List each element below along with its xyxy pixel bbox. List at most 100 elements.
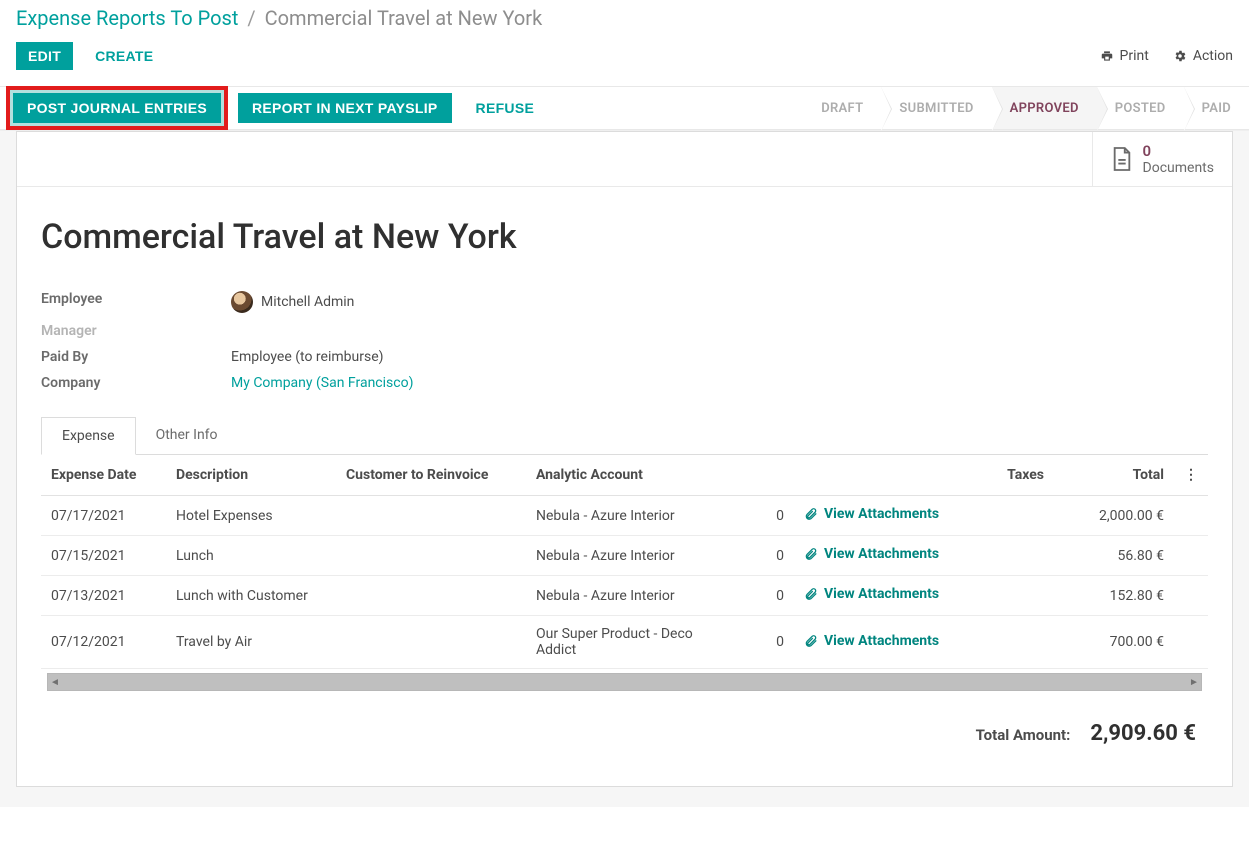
action-label: Action [1193, 48, 1233, 64]
create-button[interactable]: CREATE [83, 42, 165, 70]
cell-attach: View Attachments [794, 536, 964, 576]
cell-analytic: Nebula - Azure Interior [526, 536, 734, 576]
cell-pad [1174, 496, 1208, 536]
cell-total: 700.00 € [1054, 616, 1174, 669]
cell-date: 07/15/2021 [41, 536, 166, 576]
breadcrumb-current: Commercial Travel at New York [265, 6, 543, 30]
view-attachments-link[interactable]: View Attachments [804, 546, 939, 562]
table-row[interactable]: 07/12/2021Travel by Air Our Super Product… [41, 616, 1208, 669]
cell-customer [336, 616, 526, 669]
company-value: My Company (San Francisco) [231, 375, 741, 391]
cell-date: 07/13/2021 [41, 576, 166, 616]
company-label: Company [41, 375, 231, 391]
table-row[interactable]: 07/15/2021Lunch Nebula - Azure Interior0 V… [41, 536, 1208, 576]
cell-analytic: Nebula - Azure Interior [526, 576, 734, 616]
print-label: Print [1120, 48, 1149, 64]
highlight-box: POST JOURNAL ENTRIES [6, 86, 228, 130]
company-link[interactable]: My Company (San Francisco) [231, 375, 413, 391]
view-attachments-label: View Attachments [824, 586, 939, 602]
breadcrumb: Expense Reports To Post / Commercial Tra… [0, 0, 1249, 34]
col-total: Total [1054, 455, 1174, 496]
tab-other-info[interactable]: Other Info [136, 417, 238, 454]
breadcrumb-separator: / [247, 6, 255, 30]
print-icon [1100, 49, 1114, 63]
status-steps: DRAFT SUBMITTED APPROVED POSTED PAID [803, 87, 1249, 129]
print-button[interactable]: Print [1100, 48, 1149, 64]
action-button[interactable]: Action [1173, 48, 1233, 64]
col-date: Expense Date [41, 455, 166, 496]
cell-date: 07/17/2021 [41, 496, 166, 536]
view-attachments-label: View Attachments [824, 506, 939, 522]
cell-pad [1174, 616, 1208, 669]
cell-date: 07/12/2021 [41, 616, 166, 669]
cell-attach: View Attachments [794, 616, 964, 669]
cell-analytic: Our Super Product - Deco Addict [526, 616, 734, 669]
employee-value: Mitchell Admin [231, 291, 741, 313]
col-options-button[interactable]: ⋮ [1174, 455, 1208, 496]
breadcrumb-parent-link[interactable]: Expense Reports To Post [16, 6, 238, 30]
status-step-approved[interactable]: APPROVED [992, 87, 1097, 129]
view-attachments-link[interactable]: View Attachments [804, 633, 939, 649]
cell-customer [336, 496, 526, 536]
horizontal-scrollbar[interactable]: ◄ ► [47, 673, 1202, 691]
employee-label: Employee [41, 291, 231, 313]
record-title: Commercial Travel at New York [41, 217, 1208, 257]
cell-taxes2 [964, 496, 1054, 536]
manager-value [231, 323, 741, 339]
document-icon [1111, 146, 1133, 172]
edit-button[interactable]: EDIT [16, 42, 73, 70]
cell-taxes: 0 [734, 496, 794, 536]
report-in-next-payslip-button[interactable]: REPORT IN NEXT PAYSLIP [238, 93, 452, 123]
manager-label: Manager [41, 323, 231, 339]
cell-pad [1174, 576, 1208, 616]
view-attachments-label: View Attachments [824, 546, 939, 562]
refuse-button[interactable]: REFUSE [462, 93, 549, 123]
cell-customer [336, 576, 526, 616]
tab-expense[interactable]: Expense [41, 417, 136, 455]
tabs: Expense Other Info [41, 417, 1208, 455]
post-journal-entries-button[interactable]: POST JOURNAL ENTRIES [13, 93, 221, 123]
cell-taxes2 [964, 576, 1054, 616]
cell-attach: View Attachments [794, 576, 964, 616]
cell-taxes: 0 [734, 616, 794, 669]
paidby-label: Paid By [41, 349, 231, 365]
paidby-value: Employee (to reimburse) [231, 349, 741, 365]
statusbar: POST JOURNAL ENTRIES REPORT IN NEXT PAYS… [0, 86, 1249, 130]
col-taxes-spacer [734, 455, 794, 496]
documents-label: Documents [1143, 160, 1214, 176]
view-attachments-link[interactable]: View Attachments [804, 586, 939, 602]
status-step-draft[interactable]: DRAFT [803, 87, 881, 129]
documents-button[interactable]: 0 Documents [1092, 132, 1232, 186]
cell-taxes: 0 [734, 536, 794, 576]
view-attachments-label: View Attachments [824, 633, 939, 649]
view-attachments-link[interactable]: View Attachments [804, 506, 939, 522]
scroll-left-arrow[interactable]: ◄ [48, 677, 62, 688]
col-attach [794, 455, 964, 496]
cell-taxes: 0 [734, 576, 794, 616]
status-step-posted[interactable]: POSTED [1097, 87, 1184, 129]
cell-taxes2 [964, 616, 1054, 669]
cell-desc: Lunch with Customer [166, 576, 336, 616]
col-desc: Description [166, 455, 336, 496]
table-row[interactable]: 07/13/2021Lunch with Customer Nebula - Az… [41, 576, 1208, 616]
table-row[interactable]: 07/17/2021Hotel ExpensesNebula - Azure I… [41, 496, 1208, 536]
gear-icon [1173, 49, 1187, 63]
cell-customer [336, 536, 526, 576]
cell-pad [1174, 536, 1208, 576]
cell-desc: Travel by Air [166, 616, 336, 669]
form-sheet: 0 Documents Commercial Travel at New Yor… [16, 131, 1233, 787]
status-step-submitted[interactable]: SUBMITTED [881, 87, 991, 129]
total-amount-value: 2,909.60 € [1090, 721, 1196, 746]
cell-total: 152.80 € [1054, 576, 1174, 616]
col-customer: Customer to Reinvoice [336, 455, 526, 496]
col-analytic: Analytic Account [526, 455, 734, 496]
paperclip-icon [804, 634, 818, 648]
cell-attach: View Attachments [794, 496, 964, 536]
total-amount-label: Total Amount: [976, 726, 1071, 744]
col-taxes: Taxes [964, 455, 1054, 496]
toolbar: EDIT CREATE Print Action [0, 34, 1249, 86]
paperclip-icon [804, 507, 818, 521]
cell-total: 56.80 € [1054, 536, 1174, 576]
scroll-right-arrow[interactable]: ► [1187, 677, 1201, 688]
cell-desc: Lunch [166, 536, 336, 576]
